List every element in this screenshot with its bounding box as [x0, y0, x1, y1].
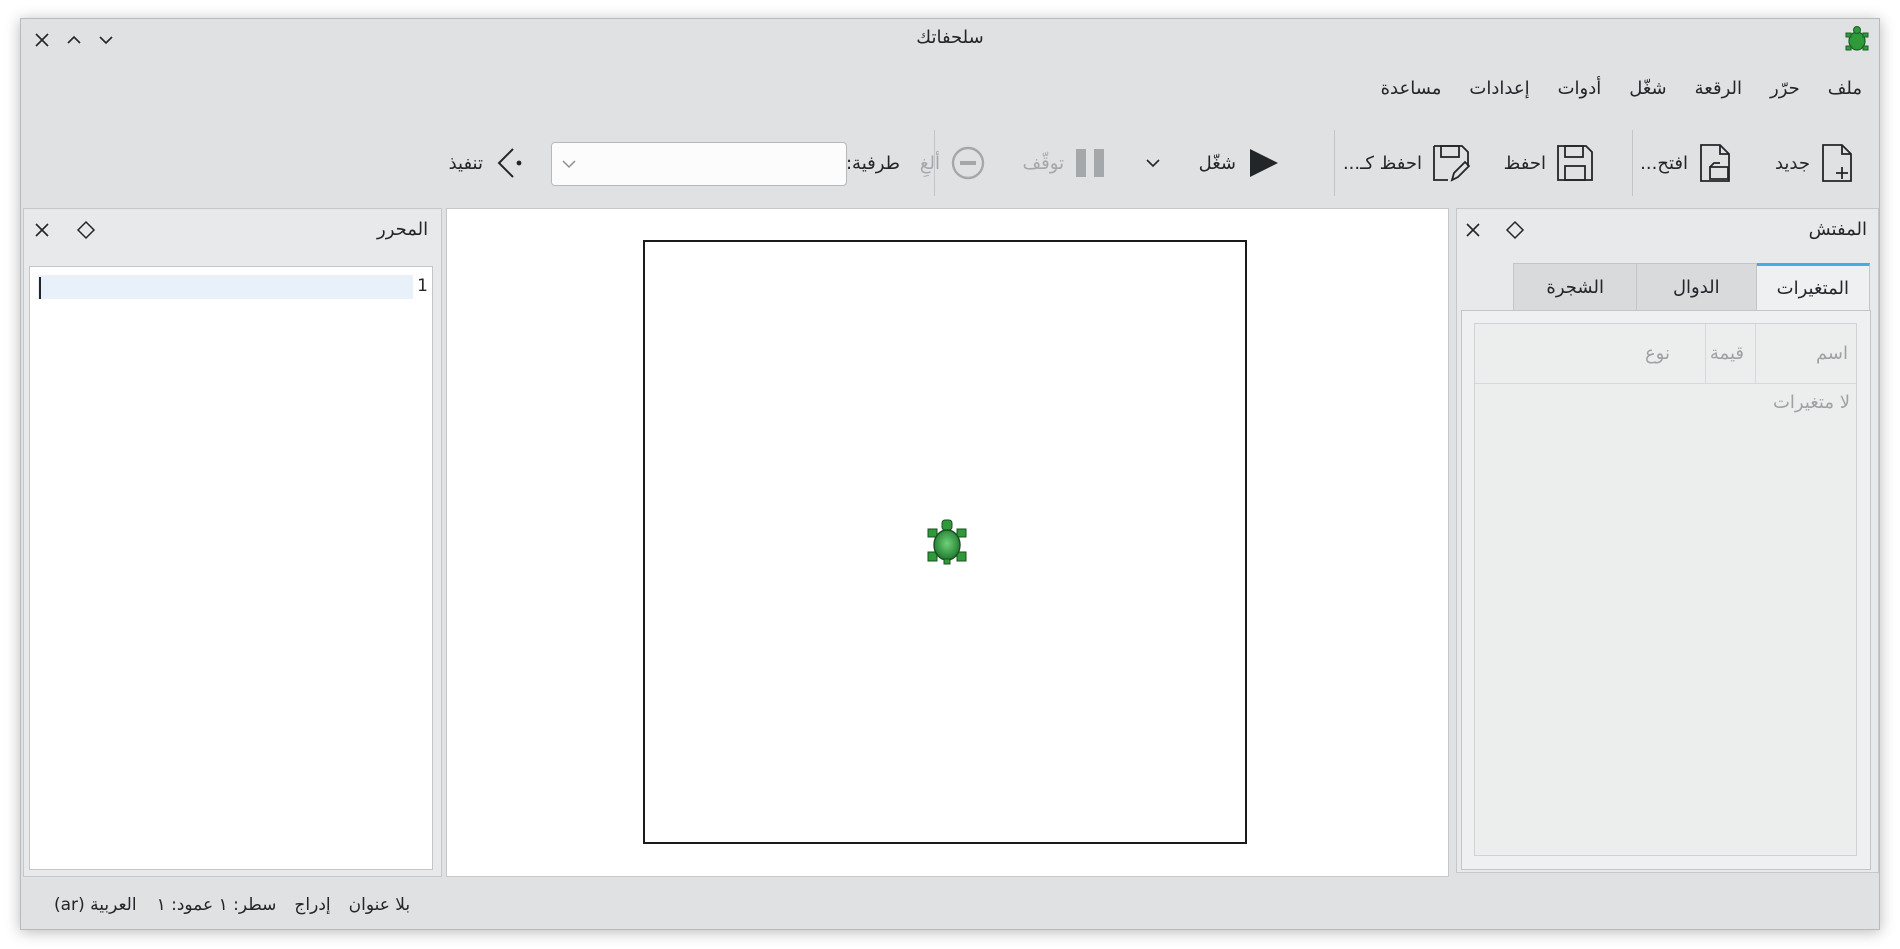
diamond-icon	[76, 220, 96, 240]
column-divider	[1705, 324, 1706, 384]
toolbar-separator	[1632, 130, 1633, 196]
new-button[interactable]: جديد	[1775, 126, 1854, 200]
inspector-tabs: المتغيرات الدوال الشجرة	[1513, 263, 1870, 311]
run-dropdown-button[interactable]	[1144, 126, 1162, 200]
open-label: افتح...	[1640, 152, 1688, 174]
inspector-close-button[interactable]	[1463, 220, 1483, 240]
menu-file[interactable]: ملف	[1828, 78, 1862, 99]
open-file-icon	[1700, 144, 1730, 182]
status-position: سطر: ١ عمود: ١	[156, 895, 277, 915]
status-document: بلا عنوان	[348, 895, 411, 915]
abort-icon	[951, 146, 985, 180]
toolbar-separator	[1334, 130, 1335, 196]
save-label: احفظ	[1503, 152, 1546, 174]
window-title: سلحفاتك	[916, 27, 984, 48]
execute-button[interactable]: تنفيذ	[449, 126, 525, 200]
variables-table: اسم قيمة نوع لا متغيرات	[1474, 323, 1857, 856]
empty-variables-text: لا متغيرات	[1772, 392, 1850, 413]
line-number: 1	[417, 276, 428, 296]
save-icon	[1557, 145, 1593, 181]
column-value[interactable]: قيمة	[1710, 324, 1744, 384]
save-as-button[interactable]: احفظ كـ...	[1343, 126, 1470, 200]
menu-tools[interactable]: أدوات	[1558, 78, 1602, 99]
save-as-label: احفظ كـ...	[1342, 152, 1422, 174]
close-icon	[35, 223, 49, 237]
execute-icon	[497, 148, 522, 178]
terminal-label: طرفية:	[845, 152, 900, 174]
play-icon	[1250, 149, 1278, 177]
save-button[interactable]: احفظ	[1504, 126, 1594, 200]
menu-edit[interactable]: حرّر	[1770, 78, 1800, 99]
new-label: جديد	[1774, 152, 1810, 174]
text-caret	[39, 277, 41, 299]
new-file-icon	[1822, 144, 1852, 182]
terminal-label-wrap: طرفية:	[846, 126, 900, 200]
title-bar: سلحفاتك	[20, 18, 1880, 62]
toolbar-separator	[934, 130, 935, 196]
menu-help[interactable]: مساعدة	[1381, 78, 1442, 99]
pause-button[interactable]: توقّف	[1022, 126, 1106, 200]
run-label: شغّل	[1198, 152, 1236, 174]
tab-variables[interactable]: المتغيرات	[1755, 263, 1870, 311]
pause-label: توقّف	[1022, 152, 1064, 174]
current-line-highlight	[38, 275, 413, 299]
column-type[interactable]: نوع	[1645, 324, 1670, 384]
abort-label: ألغِ	[919, 152, 940, 174]
editor-close-button[interactable]	[32, 220, 52, 240]
menu-run[interactable]: شغّل	[1629, 78, 1666, 99]
abort-button[interactable]: ألغِ	[920, 126, 986, 200]
menu-bar: ملف حرّر الرقعة شغّل أدوات إعدادات مساعد…	[1381, 78, 1862, 99]
status-language[interactable]: العربية (ar)	[54, 895, 137, 915]
close-icon	[1466, 223, 1480, 237]
execute-label: تنفيذ	[448, 152, 483, 174]
pause-icon	[1076, 149, 1104, 177]
turtle-sprite	[925, 518, 969, 566]
inspector-title: المفتش	[1808, 219, 1867, 240]
column-name[interactable]: اسم	[1816, 324, 1848, 384]
terminal-combobox[interactable]	[551, 142, 847, 186]
tab-tree[interactable]: الشجرة	[1513, 263, 1637, 311]
menu-canvas[interactable]: الرقعة	[1695, 78, 1742, 99]
inspector-float-button[interactable]	[1505, 220, 1525, 240]
save-as-icon	[1433, 145, 1470, 182]
diamond-icon	[1505, 220, 1525, 240]
status-bar: بلا عنوان إدراج سطر: ١ عمود: ١ العربية (…	[54, 895, 410, 915]
code-editor[interactable]: 1	[29, 266, 433, 870]
open-button[interactable]: افتح...	[1640, 126, 1732, 200]
editor-float-button[interactable]	[76, 220, 96, 240]
menu-settings[interactable]: إعدادات	[1469, 78, 1529, 99]
tab-functions[interactable]: الدوال	[1635, 263, 1757, 311]
editor-title: المحرر	[377, 219, 429, 240]
chevron-down-icon	[1146, 159, 1160, 168]
table-header: اسم قيمة نوع	[1475, 324, 1856, 384]
chevron-down-icon	[562, 160, 576, 169]
column-divider	[1755, 324, 1756, 384]
turtle-app-icon	[1842, 24, 1872, 54]
run-button[interactable]: شغّل	[1199, 126, 1280, 200]
status-mode: إدراج	[294, 895, 331, 915]
